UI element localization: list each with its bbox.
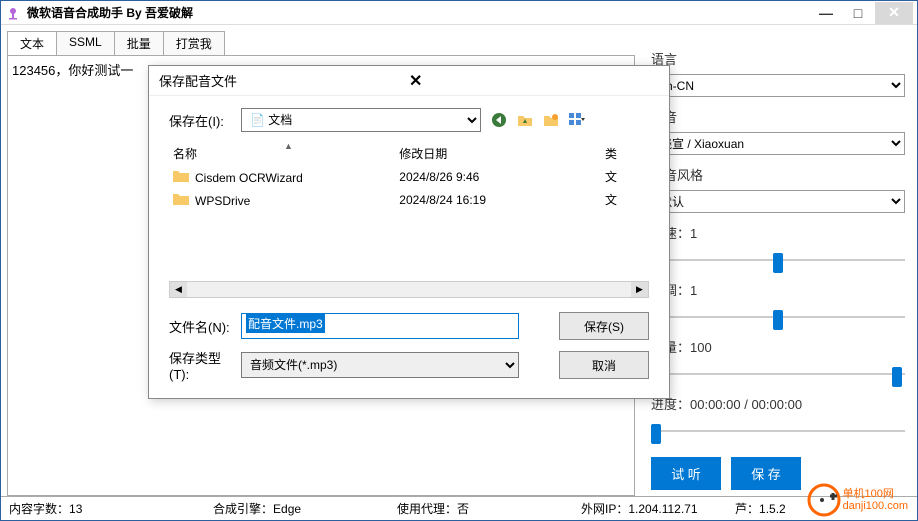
file-rows: Cisdem OCRWizard 2024/8/26 9:46 文 WPSDri… [169, 165, 649, 281]
tab-batch[interactable]: 批量 [114, 31, 164, 55]
proxy-value: 否 [457, 502, 469, 516]
speed-slider[interactable] [651, 250, 905, 270]
scroll-right-icon[interactable]: ▶ [631, 282, 648, 297]
engine-label: 合成引擎： [213, 502, 273, 516]
status-bar: 内容字数：13 合成引擎：Edge 使用代理：否 外网IP：1.204.112.… [1, 496, 917, 520]
proxy-label: 使用代理： [397, 502, 457, 516]
filename-input[interactable]: 配音文件.mp3 [241, 313, 519, 339]
speed-label: 语速：1 [651, 223, 905, 242]
close-button[interactable]: ✕ [875, 2, 913, 24]
watermark-logo: 单机100网danji100.com [807, 483, 908, 517]
up-folder-icon[interactable] [515, 110, 535, 130]
tab-bar: 文本 SSML 批量 打赏我 [7, 31, 635, 55]
ip-label: 外网IP： [581, 502, 628, 516]
ver-label: 芦： [735, 502, 759, 516]
save-dialog: 保存配音文件 ✕ 保存在(I): 📄 文档 ▲ 名称 修改日期 类 Cisde [148, 65, 670, 399]
voice-select[interactable]: 晓宣 / Xiaoxuan [651, 132, 905, 155]
new-folder-icon[interactable] [541, 110, 561, 130]
ip-value: 1.204.112.71 [628, 502, 697, 516]
save-button[interactable]: 保 存 [731, 457, 801, 490]
progress-label: 进度：00:00:00 / 00:00:00 [651, 394, 905, 413]
col-date[interactable]: 修改日期 [399, 145, 605, 162]
language-select[interactable]: zh-CN [651, 74, 905, 97]
volume-label: 音量：100 [651, 337, 905, 356]
style-select[interactable]: 默认 [651, 190, 905, 213]
maximize-button[interactable]: □ [843, 2, 873, 24]
savein-label: 保存在(I): [169, 111, 241, 130]
titlebar[interactable]: 微软语音合成助手 By 吾爱破解 — □ ✕ [1, 1, 917, 25]
ver-value: 1.5.2 [759, 502, 786, 516]
listen-button[interactable]: 试 听 [651, 457, 721, 490]
back-icon[interactable] [489, 110, 509, 130]
col-type[interactable]: 类 [605, 145, 645, 162]
style-label: 语音风格 [651, 165, 905, 184]
file-list-header[interactable]: ▲ 名称 修改日期 类 [169, 142, 649, 165]
pitch-slider[interactable] [651, 307, 905, 327]
engine-value: Edge [273, 502, 301, 516]
tab-ssml[interactable]: SSML [56, 31, 115, 55]
dialog-close-button[interactable]: ✕ [405, 71, 659, 91]
sort-arrow-icon: ▲ [284, 141, 293, 151]
file-row[interactable]: Cisdem OCRWizard 2024/8/26 9:46 文 [169, 165, 649, 188]
tab-text[interactable]: 文本 [7, 31, 57, 55]
right-pane: 语言 zh-CN 声音 晓宣 / Xiaoxuan 语音风格 默认 语速：1 语… [641, 25, 917, 496]
dialog-titlebar[interactable]: 保存配音文件 ✕ [149, 66, 669, 96]
dialog-title-text: 保存配音文件 [159, 71, 405, 90]
progress-slider[interactable] [651, 421, 905, 441]
scroll-left-icon[interactable]: ◀ [170, 282, 187, 297]
minimize-button[interactable]: — [811, 2, 841, 24]
volume-slider[interactable] [651, 364, 905, 384]
logo-icon [807, 483, 841, 517]
file-list: ▲ 名称 修改日期 类 Cisdem OCRWizard 2024/8/26 9… [169, 142, 649, 298]
logo-line1: 单机100网 [843, 488, 908, 500]
hscrollbar[interactable]: ◀▶ [169, 281, 649, 298]
dialog-cancel-button[interactable]: 取消 [559, 351, 649, 379]
tab-donate[interactable]: 打赏我 [163, 31, 225, 55]
app-icon [5, 5, 21, 21]
folder-icon [173, 169, 189, 182]
chars-value: 13 [69, 502, 82, 516]
dialog-save-button[interactable]: 保存(S) [559, 312, 649, 340]
pitch-label: 语调：1 [651, 280, 905, 299]
voice-label: 声音 [651, 107, 905, 126]
logo-line2: danji100.com [843, 500, 908, 512]
savein-select[interactable]: 📄 文档 [241, 108, 481, 132]
window-title: 微软语音合成助手 By 吾爱破解 [27, 4, 809, 21]
filename-label: 文件名(N): [169, 317, 241, 336]
filetype-select[interactable]: 音频文件(*.mp3) [241, 352, 519, 378]
filetype-label: 保存类型(T): [169, 348, 241, 382]
language-label: 语言 [651, 49, 905, 68]
file-row[interactable]: WPSDrive 2024/8/24 16:19 文 [169, 188, 649, 211]
folder-icon [173, 192, 189, 205]
view-menu-icon[interactable] [567, 110, 587, 130]
chars-label: 内容字数： [9, 502, 69, 516]
